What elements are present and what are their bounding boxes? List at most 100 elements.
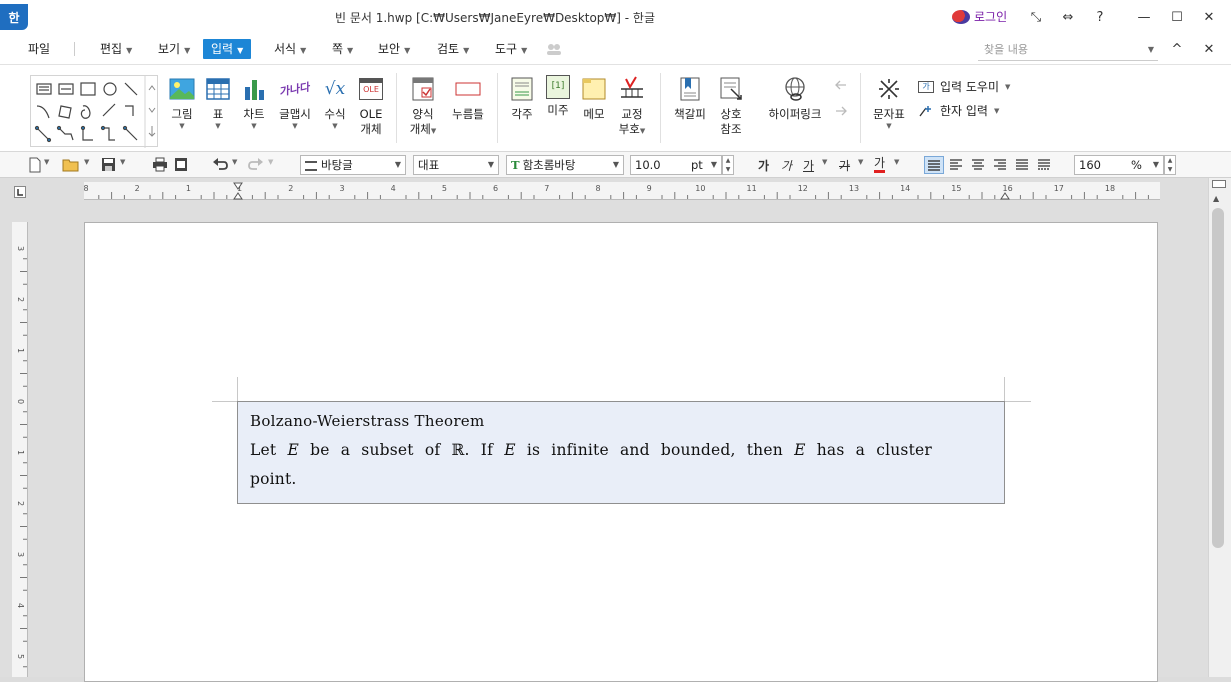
theorem-box[interactable]: Bolzano-Weierstrass Theorem Let E be a s… bbox=[237, 401, 1005, 504]
ole-label-1: OLE bbox=[359, 107, 383, 121]
ruler-tick-label: 2 bbox=[16, 297, 25, 302]
menu-page[interactable]: 쪽 ▼ bbox=[328, 39, 357, 59]
insert-equation-button[interactable]: √x 수식 ▼ bbox=[318, 75, 352, 130]
resize-width-icon[interactable]: ⇔ bbox=[1058, 8, 1078, 26]
insert-hyperlink-button[interactable]: 하이퍼링크 bbox=[764, 75, 826, 122]
chevron-down-icon: ▼ bbox=[521, 46, 528, 55]
scroll-up-arrow-icon[interactable]: ▲ bbox=[1213, 194, 1219, 203]
undo-icon[interactable] bbox=[212, 157, 228, 171]
menu-edit[interactable]: 편집 ▼ bbox=[96, 39, 136, 59]
zoom-spinner[interactable]: ▲ ▼ bbox=[1164, 155, 1176, 175]
vertical-ruler[interactable]: 3 2 1 0 1 2 3 4 5 bbox=[12, 222, 28, 677]
horizontal-ruler[interactable]: 8 2 1 1 2 3 4 5 6 7 8 9 10 11 12 13 14 15 16 17 18 bbox=[84, 182, 1160, 200]
chevron-down-icon[interactable]: ▼ bbox=[894, 158, 899, 166]
save-icon[interactable] bbox=[101, 157, 116, 172]
new-document-icon[interactable] bbox=[28, 157, 42, 173]
font-select[interactable]: T 함초롬바탕 ▼ bbox=[506, 155, 624, 175]
ribbon-divider bbox=[497, 73, 498, 143]
open-folder-icon[interactable] bbox=[62, 158, 80, 172]
window-title: 빈 문서 1.hwp [C:₩Users₩JaneEyre₩Desktop₩] … bbox=[334, 11, 656, 25]
bold-button[interactable]: 가 bbox=[758, 157, 769, 174]
collapse-ribbon-icon[interactable]: ^ bbox=[1167, 40, 1187, 58]
align-justify-button[interactable] bbox=[924, 156, 944, 174]
align-split-button[interactable] bbox=[1036, 157, 1052, 173]
collab-icon[interactable] bbox=[546, 43, 562, 55]
chevron-down-icon[interactable]: ▼ bbox=[822, 158, 827, 166]
insert-ole-button[interactable]: OLE OLE 개체 bbox=[356, 75, 386, 137]
insert-memo-button[interactable]: 메모 bbox=[578, 75, 610, 122]
hanja-input-button[interactable]: 한자 입력 ▼ bbox=[918, 102, 999, 119]
help-icon[interactable]: ? bbox=[1090, 8, 1110, 26]
align-right-icon bbox=[994, 159, 1006, 170]
insert-crossref-button[interactable]: 상호 참조 bbox=[714, 75, 748, 137]
italic-button[interactable]: 가 bbox=[781, 157, 792, 174]
theorem-body: Let E be a subset of ℝ. If E is infinite… bbox=[250, 441, 932, 488]
zoom-unit: % bbox=[1131, 158, 1142, 172]
insert-charmap-button[interactable]: 문자표 ▼ bbox=[870, 75, 908, 130]
vertical-scrollbar[interactable]: ▲ bbox=[1208, 178, 1231, 677]
maximize-button[interactable]: ☐ bbox=[1167, 8, 1187, 26]
login-button[interactable]: 로그인 bbox=[952, 8, 1007, 25]
shapes-grid-icon[interactable] bbox=[31, 76, 159, 148]
fullscreen-icon[interactable]: ⤡ bbox=[1026, 8, 1046, 26]
menu-file[interactable]: 파일 bbox=[24, 39, 54, 59]
tab-stop-selector[interactable] bbox=[14, 186, 26, 198]
align-distribute-button[interactable] bbox=[1014, 157, 1030, 173]
shapes-gallery[interactable] bbox=[30, 75, 159, 148]
search-input[interactable]: 찾을 내용 ▼ bbox=[978, 39, 1158, 61]
real-numbers-symbol: ℝ bbox=[451, 441, 465, 459]
ruler-tick-label: 2 bbox=[16, 501, 25, 506]
font-color-button[interactable]: 가 bbox=[874, 157, 886, 173]
language-select[interactable]: 대표 ▼ bbox=[413, 155, 499, 175]
align-right-button[interactable] bbox=[992, 157, 1008, 173]
link-prev-icon[interactable] bbox=[834, 79, 848, 91]
menu-view[interactable]: 보기 ▼ bbox=[154, 39, 194, 59]
chevron-down-icon[interactable]: ▼ bbox=[44, 158, 49, 166]
minimize-button[interactable]: — bbox=[1134, 8, 1154, 26]
insert-picture-button[interactable]: 그림 ▼ bbox=[166, 75, 198, 130]
horizontal-ruler-ticks: 8 2 1 1 2 3 4 5 6 7 8 9 10 11 12 13 14 15 16 17 18 bbox=[84, 182, 1149, 200]
print-icon[interactable] bbox=[152, 157, 168, 172]
zoom-input[interactable]: 160 % ▼ bbox=[1074, 155, 1164, 175]
insert-endnote-button[interactable]: [1] 미주 bbox=[542, 75, 574, 118]
menu-tools[interactable]: 도구 ▼ bbox=[491, 39, 531, 59]
chevron-down-icon[interactable]: ▼ bbox=[232, 158, 237, 166]
menu-insert[interactable]: 입력 ▼ bbox=[203, 39, 252, 59]
form-label-1: 양식 bbox=[412, 107, 434, 121]
link-next-icon[interactable] bbox=[834, 105, 848, 117]
insert-chart-button[interactable]: 차트 ▼ bbox=[238, 75, 270, 130]
menu-security[interactable]: 보안 ▼ bbox=[374, 39, 414, 59]
insert-table-button[interactable]: 표 ▼ bbox=[203, 75, 233, 130]
menu-format[interactable]: 서식 ▼ bbox=[270, 39, 310, 59]
chevron-down-icon[interactable]: ▼ bbox=[268, 158, 273, 166]
font-size-spinner[interactable]: ▲ ▼ bbox=[722, 155, 734, 175]
close-document-button[interactable]: ✕ bbox=[1199, 40, 1219, 58]
format-toolbar: ▼ ▼ ▼ ▼ ▼ 바탕글 ▼ 대표 ▼ T 함초롬바탕 ▼ 10.0 pt ▼ … bbox=[0, 152, 1231, 178]
scroll-top-icon[interactable] bbox=[1212, 180, 1226, 188]
align-center-button[interactable] bbox=[970, 157, 986, 173]
scrollbar-thumb[interactable] bbox=[1212, 208, 1224, 548]
input-helper-button[interactable]: 가 입력 도우미 ▼ bbox=[918, 78, 1010, 95]
font-size-input[interactable]: 10.0 pt ▼ bbox=[630, 155, 722, 175]
chevron-down-icon[interactable]: ▼ bbox=[84, 158, 89, 166]
underline-button[interactable]: 가 bbox=[803, 157, 814, 174]
insert-form-button[interactable]: 양식 개체▼ bbox=[406, 75, 440, 139]
insert-proofmark-button[interactable]: 교정 부호▼ bbox=[614, 75, 650, 139]
redo-icon[interactable] bbox=[248, 157, 264, 171]
chevron-down-icon[interactable]: ▼ bbox=[858, 158, 863, 166]
ruler-tick-label: 10 bbox=[695, 184, 705, 193]
align-left-button[interactable] bbox=[948, 157, 964, 173]
ruler-tick-label: 3 bbox=[339, 184, 344, 193]
strikethrough-button[interactable]: 가 bbox=[839, 157, 850, 174]
insert-footnote-button[interactable]: 각주 bbox=[506, 75, 538, 122]
right-indent-marker-icon[interactable] bbox=[1000, 192, 1010, 200]
insert-bookmark-button[interactable]: 책갈피 bbox=[670, 75, 710, 122]
textart-label: 글맵시 bbox=[279, 107, 311, 121]
close-button[interactable]: ✕ bbox=[1199, 8, 1219, 26]
chevron-down-icon[interactable]: ▼ bbox=[120, 158, 125, 166]
insert-field-button[interactable]: 누름틀 bbox=[448, 75, 488, 122]
insert-textart-button[interactable]: 가나다 글맵시 ▼ bbox=[276, 75, 314, 130]
style-select[interactable]: 바탕글 ▼ bbox=[300, 155, 406, 175]
print-preview-icon[interactable] bbox=[174, 157, 188, 172]
menu-review[interactable]: 검토 ▼ bbox=[433, 39, 473, 59]
